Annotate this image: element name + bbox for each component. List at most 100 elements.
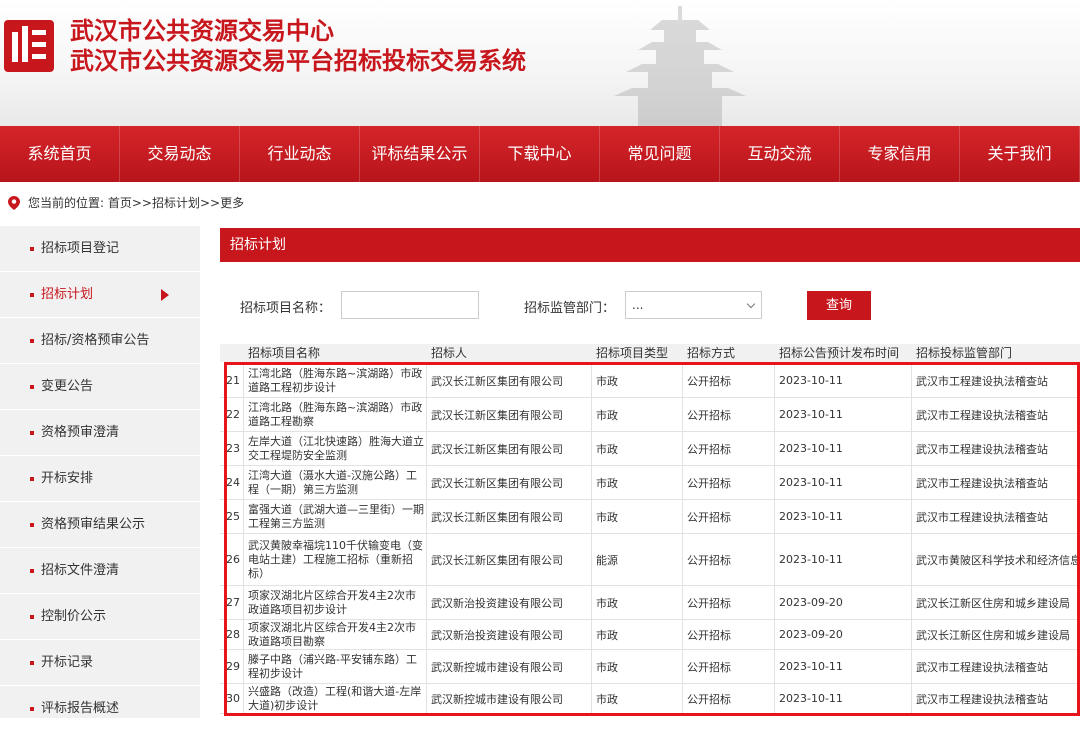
table-row[interactable]: 22 江湾北路（胜海东路~滨湖路）市政道路工程勘察 武汉长江新区集团有限公司 市政 公开…: [220, 398, 1080, 432]
nav-bid-results[interactable]: 评标结果公示: [360, 126, 480, 182]
tenderer-cell: 武汉长江新区集团有限公司: [427, 432, 592, 465]
table-row[interactable]: 24 江湾大道（滠水大道-汉施公路）工程（一期）第三方监测 武汉长江新区集团有限公司…: [220, 466, 1080, 500]
sidebar-item-label: 招标文件澄清: [41, 563, 120, 578]
tender-method-cell: 公开招标: [683, 586, 775, 619]
supervision-dept-cell: 武汉市黄陂区科学技术和经济信息: [916, 553, 1080, 567]
sidebar-item-label: 控制价公示: [41, 609, 107, 624]
publish-date-cell: 2023-10-11: [775, 432, 912, 465]
table-row[interactable]: 30 兴盛路（改造）工程(和谐大道-左岸大道)初步设计 武汉新控城市建设有限公司 市政…: [220, 684, 1080, 714]
nav-trade-news[interactable]: 交易动态: [120, 126, 240, 182]
table-row[interactable]: 28 项家汊湖北片区综合开发4主2次市政道路项目勘察 武汉新治投资建设有限公司 市政公…: [220, 620, 1080, 650]
tender-method-cell: 公开招标: [683, 500, 775, 533]
publish-date-cell: 2023-09-20: [775, 586, 912, 619]
nav-interaction[interactable]: 互动交流: [720, 126, 840, 182]
supervision-dept-cell: 武汉市工程建设执法稽查站: [916, 408, 1048, 422]
project-type-cell: 市政: [592, 364, 683, 397]
site-logo[interactable]: [4, 20, 54, 72]
tenderer-cell: 武汉新控城市建设有限公司: [427, 650, 592, 683]
sidebar-item-label: 变更公告: [41, 379, 94, 394]
supervision-dept-cell: 武汉市工程建设执法稽查站: [916, 442, 1048, 456]
tenderer-cell: 武汉长江新区集团有限公司: [427, 398, 592, 431]
sidebar-item-label: 招标项目登记: [41, 241, 120, 256]
sidebar-item-evaluation-report[interactable]: 评标报告概述: [0, 686, 200, 732]
table-header: 招标项目名称 招标人 招标项目类型 招标方式 招标公告预计发布时间 招标投标监管…: [220, 344, 1080, 362]
sidebar-item-prequal-results[interactable]: 资格预审结果公示: [0, 502, 200, 548]
tenderer-cell: 武汉新治投资建设有限公司: [427, 586, 592, 619]
tender-method-cell: 公开招标: [683, 534, 775, 585]
project-name-cell[interactable]: 左岸大道（江北快速路）胜海大道立交工程堤防安全监测: [244, 432, 427, 465]
main-nav: 系统首页 交易动态 行业动态 评标结果公示 下载中心 常见问题 互动交流 专家信…: [0, 126, 1080, 182]
tender-method-cell: 公开招标: [683, 466, 775, 499]
row-number: 25: [224, 500, 244, 533]
project-type-cell: 市政: [592, 684, 683, 713]
sidebar-item-tender-plan[interactable]: 招标计划: [0, 272, 200, 318]
col-header-tenderer: 招标人: [431, 346, 468, 360]
supervision-dept-cell: 武汉市工程建设执法稽查站: [916, 660, 1048, 674]
sidebar-item-project-registration[interactable]: 招标项目登记: [0, 226, 200, 272]
supervision-dept-cell: 武汉市工程建设执法稽查站: [916, 476, 1048, 490]
nav-downloads[interactable]: 下载中心: [480, 126, 600, 182]
project-type-cell: 市政: [592, 398, 683, 431]
col-header-type: 招标项目类型: [596, 346, 669, 360]
sidebar-item-tender-doc-clarification[interactable]: 招标文件澄清: [0, 548, 200, 594]
project-name-cell[interactable]: 兴盛路（改造）工程(和谐大道-左岸大道)初步设计: [244, 684, 427, 713]
supervision-dept-cell: 武汉长江新区住房和城乡建设局: [916, 628, 1070, 642]
sidebar-item-control-price[interactable]: 控制价公示: [0, 594, 200, 640]
project-name-cell[interactable]: 项家汊湖北片区综合开发4主2次市政道路项目初步设计: [244, 586, 427, 619]
table-row[interactable]: 26 武汉黄陂幸福垸110千伏输变电（变电站土建）工程施工招标（重新招标） 武汉长江…: [220, 534, 1080, 586]
table-row[interactable]: 25 富强大道（武湖大道—三里街）一期工程第三方监测 武汉长江新区集团有限公司 市政公…: [220, 500, 1080, 534]
tender-method-cell: 公开招标: [683, 620, 775, 649]
caret-right-icon: [161, 289, 169, 301]
project-name-cell[interactable]: 江湾北路（胜海东路~滨湖路）市政道路工程勘察: [244, 398, 427, 431]
publish-date-cell: 2023-10-11: [775, 500, 912, 533]
project-type-cell: 市政: [592, 620, 683, 649]
table-row[interactable]: 23 左岸大道（江北快速路）胜海大道立交工程堤防安全监测 武汉长江新区集团有限公司市…: [220, 432, 1080, 466]
project-name-cell[interactable]: 武汉黄陂幸福垸110千伏输变电（变电站土建）工程施工招标（重新招标）: [244, 534, 427, 585]
project-name-input[interactable]: [341, 291, 479, 319]
site-subtitle: 武汉市公共资源交易平台招标投标交易系统: [70, 47, 526, 75]
chevron-down-icon: [746, 299, 756, 309]
query-button[interactable]: 查询: [807, 291, 871, 320]
table-row[interactable]: 27 项家汊湖北片区综合开发4主2次市政道路项目初步设计 武汉新治投资建设有限公司市…: [220, 586, 1080, 620]
project-type-cell: 市政: [592, 650, 683, 683]
project-name-cell[interactable]: 滕子中路（浦兴路-平安铺东路）工程初步设计: [244, 650, 427, 683]
tenderer-cell: 武汉新治投资建设有限公司: [427, 620, 592, 649]
nav-faq[interactable]: 常见问题: [600, 126, 720, 182]
nav-expert-credit[interactable]: 专家信用: [840, 126, 960, 182]
nav-industry-news[interactable]: 行业动态: [240, 126, 360, 182]
section-title: 招标计划: [230, 237, 286, 253]
bullet-icon: [30, 569, 34, 573]
project-name-cell[interactable]: 富强大道（武湖大道—三里街）一期工程第三方监测: [244, 500, 427, 533]
sidebar-item-bid-opening-schedule[interactable]: 开标安排: [0, 456, 200, 502]
breadcrumb-text[interactable]: 您当前的位置: 首页>>招标计划>>更多: [28, 192, 244, 214]
nav-about[interactable]: 关于我们: [960, 126, 1080, 182]
project-type-cell: 市政: [592, 432, 683, 465]
table-row[interactable]: 29 滕子中路（浦兴路-平安铺东路）工程初步设计 武汉新控城市建设有限公司 市政 公开招…: [220, 650, 1080, 684]
tenderer-cell: 武汉新控城市建设有限公司: [427, 684, 592, 713]
project-name-label: 招标项目名称：: [240, 301, 332, 316]
tenderer-cell: 武汉长江新区集团有限公司: [427, 466, 592, 499]
sidebar-item-opening-record[interactable]: 开标记录: [0, 640, 200, 686]
supervision-dept-label: 招标监管部门：: [524, 301, 616, 316]
row-number: 26: [224, 534, 244, 585]
sidebar-item-label: 开标记录: [41, 655, 94, 670]
sidebar-item-prequal-clarification[interactable]: 资格预审澄清: [0, 410, 200, 456]
project-name-cell[interactable]: 项家汊湖北片区综合开发4主2次市政道路项目勘察: [244, 620, 427, 649]
supervision-dept-select[interactable]: ...: [625, 291, 762, 319]
row-number: 24: [224, 466, 244, 499]
project-type-cell: 市政: [592, 466, 683, 499]
tenderer-cell: 武汉长江新区集团有限公司: [427, 534, 592, 585]
nav-home[interactable]: 系统首页: [0, 126, 120, 182]
sidebar: 招标项目登记 招标计划 招标/资格预审公告 变更公告 资格预审澄清 开标安排 资…: [0, 226, 200, 732]
supervision-dept-cell: 武汉市工程建设执法稽查站: [916, 692, 1048, 706]
sidebar-item-change-notice[interactable]: 变更公告: [0, 364, 200, 410]
col-header-method: 招标方式: [687, 346, 736, 360]
sidebar-item-tender-notice[interactable]: 招标/资格预审公告: [0, 318, 200, 364]
row-number: 22: [224, 398, 244, 431]
project-name-cell[interactable]: 江湾大道（滠水大道-汉施公路）工程（一期）第三方监测: [244, 466, 427, 499]
table-row[interactable]: 21 江湾北路（胜海东路~滨湖路）市政道路工程初步设计 武汉长江新区集团有限公司 市政…: [220, 364, 1080, 398]
tender-method-cell: 公开招标: [683, 432, 775, 465]
supervision-dept-cell: 武汉长江新区住房和城乡建设局: [916, 596, 1070, 610]
project-name-cell[interactable]: 江湾北路（胜海东路~滨湖路）市政道路工程初步设计: [244, 364, 427, 397]
main-content: 招标计划 招标项目名称： 招标监管部门： ... 查询 招标项目名称 招标人 招…: [220, 228, 1080, 718]
